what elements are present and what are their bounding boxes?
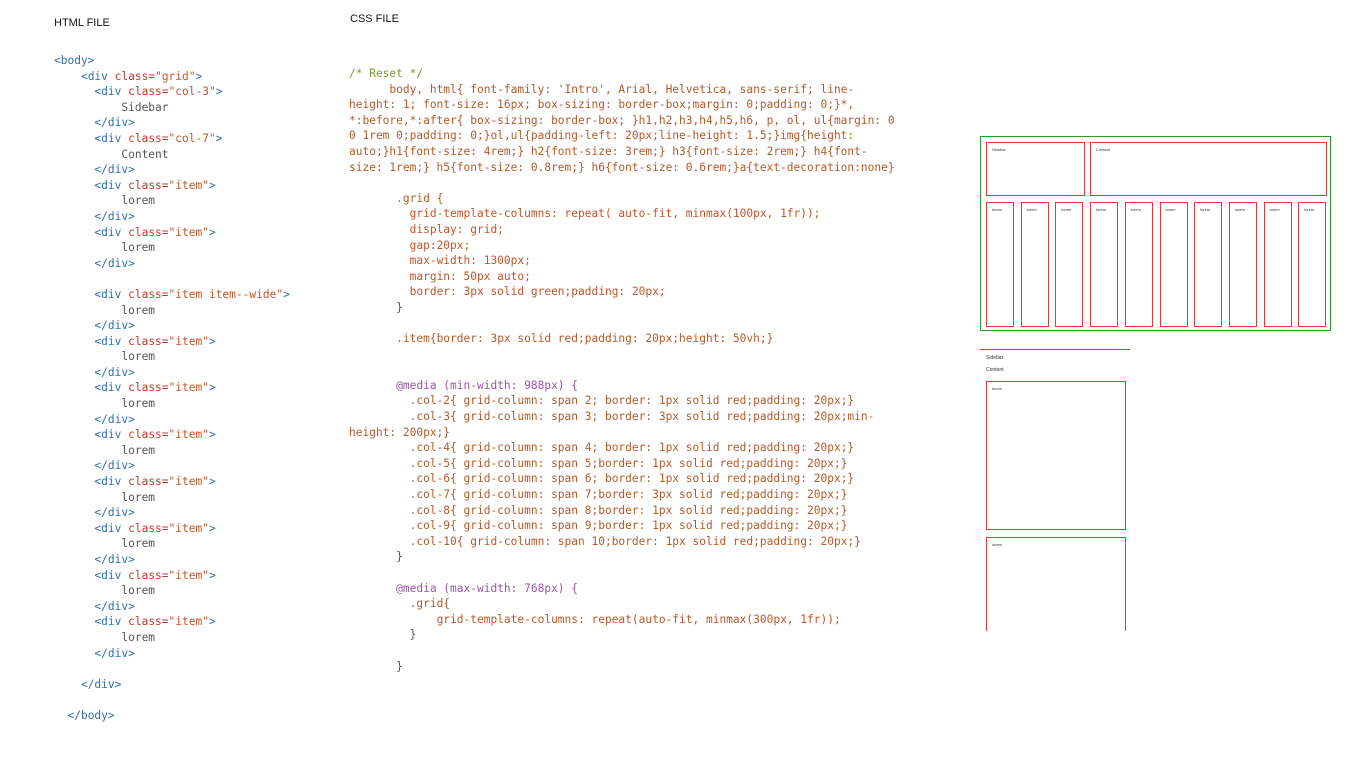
preview-wide-item: lorem bbox=[986, 202, 1014, 327]
preview-narrow-item: lorem bbox=[986, 537, 1126, 631]
html-code-block: <body> <div class="grid"> <div class="co… bbox=[54, 54, 290, 722]
preview-narrow-content: Content bbox=[986, 367, 1004, 373]
css-media-max: @media (max-width: 768px) { bbox=[396, 581, 579, 595]
preview-wide-item: lorem bbox=[1090, 202, 1119, 327]
code-body-close: </body> bbox=[67, 708, 115, 722]
preview-wide-item: lorem bbox=[1263, 202, 1292, 327]
html-file-title: HTML FILE bbox=[54, 17, 110, 29]
css-file-title: CSS FILE bbox=[350, 13, 399, 25]
preview-wide-sidebar: Sidebar bbox=[986, 142, 1085, 196]
preview-wide-item: lorem bbox=[1228, 202, 1257, 327]
code-item-class: item bbox=[175, 178, 203, 192]
preview-wide-item: lorem bbox=[1194, 202, 1223, 327]
code-body-open: <body> bbox=[54, 54, 95, 67]
css-comment: /* Reset */ bbox=[349, 67, 424, 80]
code-col3-class: col-3 bbox=[175, 85, 209, 99]
css-media-min: @media (min-width: 988px) { bbox=[396, 378, 579, 392]
code-grid-class: grid bbox=[161, 69, 189, 83]
preview-narrow-sidebar: Sidebar bbox=[986, 355, 1004, 361]
css-code-block: /* Reset */ body, html{ font-family: 'In… bbox=[349, 67, 895, 673]
code-sidebar-text: Sidebar bbox=[121, 100, 169, 114]
code-content-text: Content bbox=[121, 147, 169, 161]
preview-wide-item: lorem bbox=[1055, 202, 1084, 327]
preview-wide-item: lorem bbox=[1298, 202, 1327, 327]
code-item-wide-class: item item--wide bbox=[175, 287, 277, 301]
code-col7-class: col-7 bbox=[175, 131, 209, 145]
code-lorem: lorem bbox=[121, 194, 156, 208]
preview-wide-item: lorem bbox=[1020, 202, 1049, 327]
css-grid-selector: .grid { bbox=[396, 191, 444, 205]
preview-wide-content: Content bbox=[1090, 142, 1327, 196]
preview-wide-item: lorem bbox=[1159, 202, 1188, 327]
preview-wide-item: lorem bbox=[1124, 202, 1153, 327]
preview-narrow-item: lorem bbox=[986, 381, 1126, 530]
css-item-rule: .item{border: 3px solid red;padding: 20p… bbox=[396, 332, 774, 346]
preview-narrow-border bbox=[980, 349, 1130, 350]
